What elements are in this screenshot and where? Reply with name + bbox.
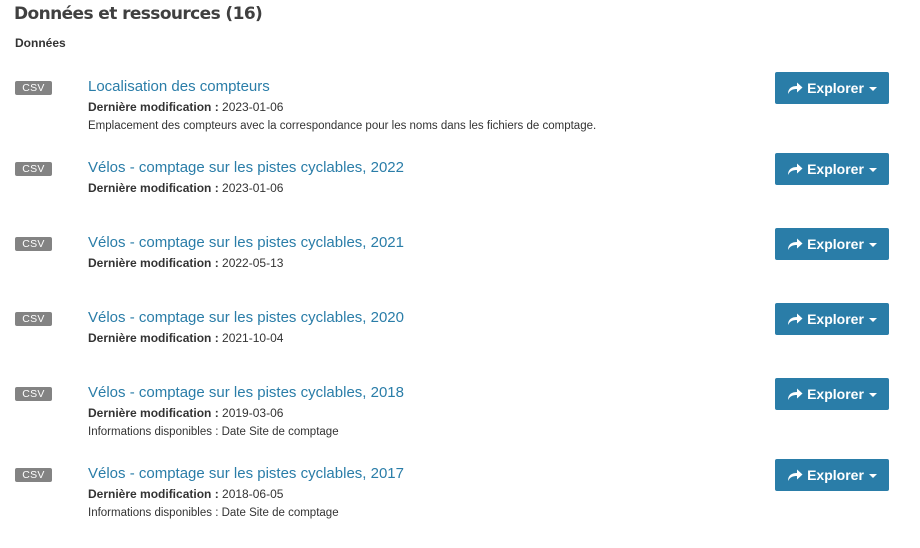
explore-button[interactable]: Explorer [775, 378, 889, 410]
modified-label: Dernière modification : [88, 100, 219, 114]
modified-date: 2023-01-06 [222, 100, 284, 114]
format-badge: CSV [15, 81, 52, 95]
caret-down-icon [868, 87, 877, 91]
resource-modified: Dernière modification : 2021-10-04 [88, 331, 283, 345]
resource-modified: Dernière modification : 2023-01-06 [88, 100, 283, 114]
modified-label: Dernière modification : [88, 181, 219, 195]
resource-item: CSV Vélos - comptage sur les pistes cycl… [0, 459, 920, 536]
modified-date: 2018-06-05 [222, 487, 284, 501]
resource-item: CSV Vélos - comptage sur les pistes cycl… [0, 153, 920, 230]
share-icon [788, 238, 803, 250]
modified-date: 2022-05-13 [222, 256, 284, 270]
explore-label: Explorer [807, 311, 864, 327]
share-icon [788, 82, 803, 94]
modified-date: 2021-10-04 [222, 331, 284, 345]
resource-description: Emplacement des compteurs avec la corres… [88, 120, 597, 132]
caret-down-icon [868, 318, 877, 322]
modified-label: Dernière modification : [88, 406, 219, 420]
explore-button[interactable]: Explorer [775, 153, 889, 185]
caret-down-icon [868, 474, 877, 478]
explore-label: Explorer [807, 161, 864, 177]
caret-down-icon [868, 243, 877, 247]
explore-label: Explorer [807, 236, 864, 252]
share-icon [788, 163, 803, 175]
resource-item: CSV Vélos - comptage sur les pistes cycl… [0, 303, 920, 380]
format-badge: CSV [15, 162, 52, 176]
resource-modified: Dernière modification : 2022-05-13 [88, 256, 283, 270]
section-title: Données [15, 36, 66, 50]
explore-button[interactable]: Explorer [775, 459, 889, 491]
caret-down-icon [868, 168, 877, 172]
resource-item: CSV Localisation des compteurs Dernière … [0, 72, 920, 149]
format-badge: CSV [15, 468, 52, 482]
resource-title-link[interactable]: Vélos - comptage sur les pistes cyclable… [88, 309, 404, 326]
modified-label: Dernière modification : [88, 487, 219, 501]
share-icon [788, 469, 803, 481]
format-badge: CSV [15, 312, 52, 326]
modified-date: 2023-01-06 [222, 181, 284, 195]
resource-title-link[interactable]: Vélos - comptage sur les pistes cyclable… [88, 465, 404, 482]
explore-button[interactable]: Explorer [775, 228, 889, 260]
share-icon [788, 388, 803, 400]
resource-title-link[interactable]: Vélos - comptage sur les pistes cyclable… [88, 159, 404, 176]
modified-label: Dernière modification : [88, 331, 219, 345]
caret-down-icon [868, 393, 877, 397]
format-badge: CSV [15, 387, 52, 401]
resource-title-link[interactable]: Localisation des compteurs [88, 78, 270, 95]
explore-label: Explorer [807, 386, 864, 402]
modified-label: Dernière modification : [88, 256, 219, 270]
resource-modified: Dernière modification : 2018-06-05 [88, 487, 283, 501]
resource-modified: Dernière modification : 2019-03-06 [88, 406, 283, 420]
resource-title-link[interactable]: Vélos - comptage sur les pistes cyclable… [88, 384, 404, 401]
explore-button[interactable]: Explorer [775, 303, 889, 335]
format-badge: CSV [15, 237, 52, 251]
share-icon [788, 313, 803, 325]
explore-label: Explorer [807, 80, 864, 96]
resource-item: CSV Vélos - comptage sur les pistes cycl… [0, 228, 920, 305]
page-title: Données et ressources (16) [14, 4, 263, 24]
explore-button[interactable]: Explorer [775, 72, 889, 104]
resource-modified: Dernière modification : 2023-01-06 [88, 181, 283, 195]
resource-item: CSV Vélos - comptage sur les pistes cycl… [0, 378, 920, 455]
modified-date: 2019-03-06 [222, 406, 284, 420]
resource-description: Informations disponibles : Date Site de … [88, 507, 339, 519]
explore-label: Explorer [807, 467, 864, 483]
resource-description: Informations disponibles : Date Site de … [88, 426, 339, 438]
resource-title-link[interactable]: Vélos - comptage sur les pistes cyclable… [88, 234, 404, 251]
